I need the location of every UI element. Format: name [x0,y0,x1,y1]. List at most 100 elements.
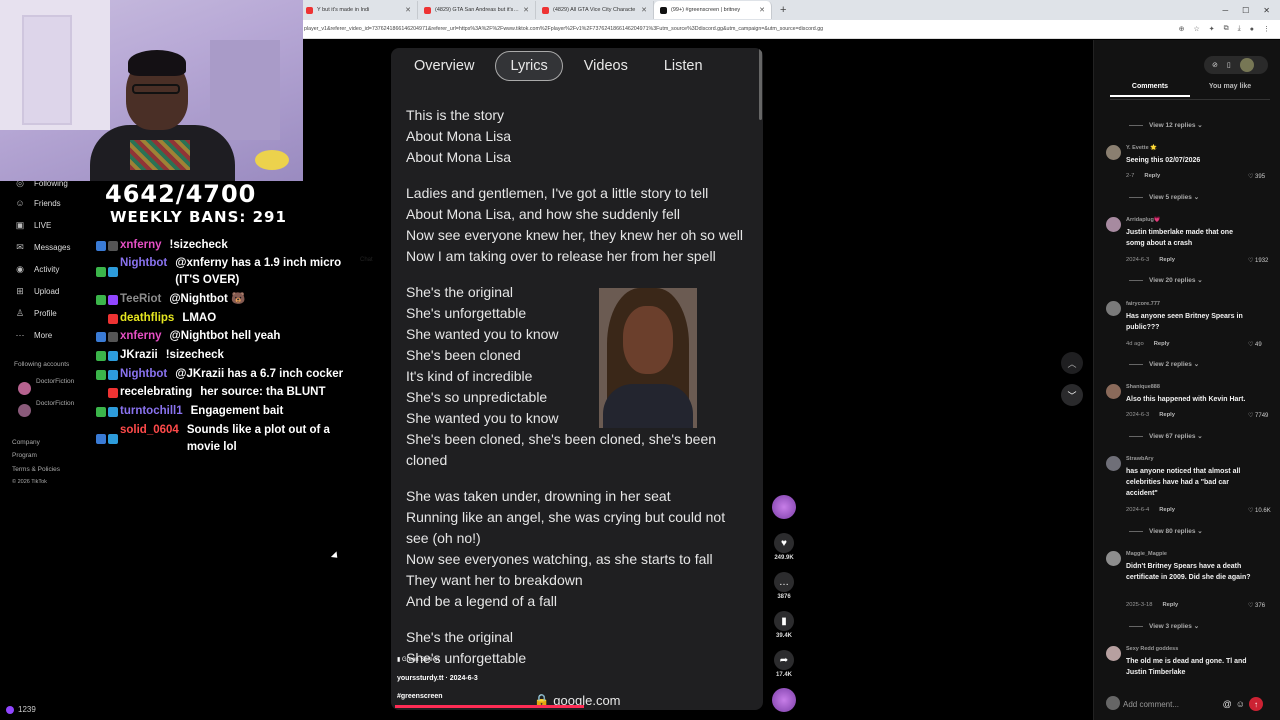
reply-button[interactable]: Reply [1162,602,1178,608]
browser-tab[interactable]: (4829) All GTA Vice City Characte ✕ [536,1,654,19]
view-replies[interactable]: View 80 replies ⌄ [1129,527,1203,535]
close-icon[interactable]: ✕ [405,6,411,14]
scrollbar[interactable] [759,48,762,120]
tab-lyrics[interactable]: Lyrics [495,51,563,81]
video-author[interactable]: yourssturdy.tt · 2024-6-3 [397,675,478,682]
video-player[interactable]: Overview Lyrics Videos Listen This is th… [391,48,763,710]
emoji-icon[interactable]: ☺ [1236,699,1245,709]
lyrics-line: Now I am taking over to release her from… [406,248,716,264]
avatar[interactable] [1106,551,1121,566]
lyrics-line: Now see everyone knew her, they knew her… [406,227,743,243]
account-avatar[interactable] [18,404,31,417]
like-count[interactable]: ♡ 7749 [1248,412,1268,419]
like-count[interactable]: ♡ 376 [1248,602,1265,609]
footer-terms[interactable]: Terms & Policies [12,466,60,473]
avatar[interactable] [1239,58,1254,72]
close-icon[interactable]: ✕ [523,6,529,14]
tab-comments[interactable]: Comments [1110,83,1190,97]
avatar[interactable] [1106,301,1121,316]
badge-icon [108,240,118,251]
lyrics-line: Ladies and gentlemen, I've got a little … [406,185,709,201]
reply-button[interactable]: Reply [1154,341,1170,347]
maximize-icon[interactable]: ☐ [1242,6,1249,15]
tab-videos[interactable]: Videos [569,51,643,81]
view-replies[interactable]: View 67 replies ⌄ [1129,432,1203,440]
extension-icon[interactable]: ✦ [1209,25,1215,33]
tab-you-may-like[interactable]: You may like [1190,83,1270,97]
reply-button[interactable]: Reply [1159,257,1175,263]
save-button[interactable]: ▮ 39.4K [768,611,800,639]
music-avatar[interactable] [768,688,800,712]
close-icon[interactable]: ✕ [759,6,765,14]
badge-icon [108,313,118,324]
creator-avatar[interactable] [768,495,800,519]
weekly-bans: WEEKLY BANS: 291 [110,208,287,226]
badge-icon [108,387,118,398]
reply-button[interactable]: Reply [1159,412,1175,418]
twitch-icon [6,705,14,714]
bookmark-star-icon[interactable]: ☆ [1194,25,1200,33]
next-video-button[interactable]: ﹀ [1061,384,1083,406]
account-avatar[interactable] [18,382,31,395]
nav-upload[interactable]: ⊞ Upload [14,286,59,297]
badge-icon [96,267,106,277]
like-count[interactable]: ♡ 10.6K [1248,507,1271,514]
youtube-icon [424,6,431,14]
new-tab-button[interactable]: + [772,4,794,16]
like-count[interactable]: ♡ 395 [1248,173,1265,180]
tab-overview[interactable]: Overview [399,51,489,81]
nav-activity[interactable]: ◉ Activity [14,264,59,275]
view-replies[interactable]: View 20 replies ⌄ [1129,276,1203,284]
avatar[interactable] [1106,384,1121,399]
nav-more[interactable]: ⋯ More [14,330,53,341]
like-count[interactable]: ♡ 1932 [1248,257,1268,264]
tab-listen[interactable]: Listen [649,51,718,81]
close-icon[interactable]: ✕ [641,6,647,14]
nav-profile[interactable]: ♙ Profile [14,308,57,319]
reply-button[interactable]: Reply [1159,507,1175,513]
add-comment-input[interactable]: Add comment... @ ☺ [1123,696,1245,712]
chat-message: JKrazii !sizecheck [60,347,350,364]
download-icon[interactable]: ⤓ [1238,25,1241,33]
footer-program[interactable]: Program [12,452,37,459]
badge-icon [96,434,106,444]
zoom-icon[interactable]: ⊕ [1179,25,1185,33]
view-replies[interactable]: View 5 replies ⌄ [1129,193,1199,201]
chat-message: turntochill1 Engagement bait [60,403,350,420]
badge-icon [96,240,106,251]
like-count[interactable]: ♡ 49 [1248,341,1262,348]
avatar[interactable] [1106,145,1121,160]
browser-tab-bar: Y but it's made in Indi ✕ (4829) GTA San … [300,0,1280,20]
badge-icon [108,267,118,277]
comment-button[interactable]: … 3876 [768,572,800,600]
like-button[interactable]: ♥ 249.9K [768,533,800,561]
phone-icon[interactable]: ▯ [1227,61,1231,69]
nav-live[interactable]: ▣ LIVE [14,220,52,231]
close-window-icon[interactable]: ✕ [1263,6,1270,15]
puzzle-icon[interactable]: ⧉ [1224,25,1229,33]
url-field[interactable]: player_v1&referer_video_id=7376241866146… [300,26,1179,32]
avatar[interactable] [1106,217,1121,232]
post-comment-button[interactable]: ↑ [1249,697,1263,711]
previous-video-button[interactable]: ︿ [1061,352,1083,374]
menu-icon[interactable]: ⋮ [1263,25,1270,33]
browser-tab[interactable]: Y but it's made in Indi ✕ [300,1,418,19]
nav-friends[interactable]: ☺ Friends [14,198,60,208]
reply-button[interactable]: Reply [1144,173,1160,179]
badge-icon [108,294,118,305]
footer-company[interactable]: Company [12,439,40,446]
video-progress-bar[interactable] [395,705,584,708]
minimize-icon[interactable]: ─ [1222,6,1228,15]
mention-icon[interactable]: @ [1223,699,1232,709]
browser-tab-active[interactable]: (99+) #greenscreen | britney ✕ [654,1,772,19]
profile-icon[interactable]: ● [1250,26,1254,33]
share-button[interactable]: ➦ 17.4K [768,650,800,678]
lyrics-line: About Mona Lisa, and how she suddenly fe… [406,206,680,222]
avatar[interactable] [1106,646,1121,661]
compass-icon[interactable]: ⊘ [1212,61,1218,69]
view-replies[interactable]: View 3 replies ⌄ [1129,622,1199,630]
browser-tab[interactable]: (4829) GTA San Andreas but it's L! ✕ [418,1,536,19]
view-replies[interactable]: View 12 replies ⌄ [1129,121,1203,129]
avatar[interactable] [1106,456,1121,471]
view-replies[interactable]: View 2 replies ⌄ [1129,360,1199,368]
